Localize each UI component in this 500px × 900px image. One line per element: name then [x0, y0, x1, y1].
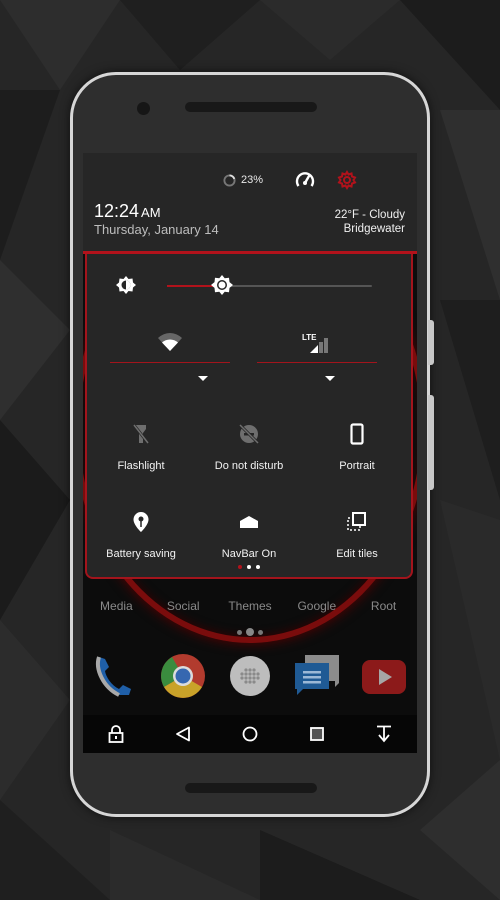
qs-page-dot[interactable]	[247, 565, 251, 569]
date[interactable]: Thursday, January 14	[94, 222, 219, 237]
edit-tiles-icon	[347, 512, 366, 531]
page-dot-active	[246, 628, 254, 636]
navbar-icon	[240, 516, 258, 528]
lte-signal-icon: LTE	[302, 333, 328, 353]
chrome-app[interactable]	[159, 652, 207, 700]
cellular-underline	[257, 362, 377, 363]
cellular-tile[interactable]: LTE	[257, 332, 377, 387]
wifi-tile[interactable]	[110, 332, 230, 387]
tile-label: Flashlight	[117, 460, 165, 472]
battery-ring-icon	[223, 173, 236, 187]
brightness-slider-thumb[interactable]	[210, 274, 234, 298]
wifi-icon	[158, 333, 182, 351]
front-camera	[137, 102, 150, 115]
tile-edit-tiles[interactable]: Edit tiles	[303, 510, 411, 560]
gear-icon[interactable]	[337, 170, 357, 190]
earpiece-speaker	[185, 102, 317, 112]
back-icon	[176, 726, 191, 742]
folder-media[interactable]: Media	[83, 599, 150, 613]
battery-saver-icon	[133, 512, 149, 532]
tile-label: Battery saving	[106, 548, 176, 560]
tile-navbar[interactable]: NavBar On	[195, 510, 303, 560]
page-dot	[237, 629, 242, 635]
clock-ampm: AM	[141, 205, 161, 220]
cellular-expand-caret[interactable]	[325, 376, 335, 381]
weather[interactable]: 22°F - Cloudy Bridgewater	[335, 208, 405, 236]
messages-icon	[294, 655, 339, 695]
tile-flashlight[interactable]: Flashlight	[87, 422, 195, 472]
battery-percent: 23%	[241, 174, 264, 186]
home-page-indicator	[83, 628, 417, 636]
chrome-icon	[161, 654, 206, 698]
flashlight-off-icon	[132, 424, 150, 444]
power-button	[428, 320, 434, 365]
messages-app[interactable]	[293, 652, 341, 700]
brightness-slider[interactable]	[167, 275, 372, 295]
clock[interactable]: 12:24 AM	[94, 201, 161, 222]
back-button[interactable]	[169, 720, 197, 748]
folder-themes[interactable]: Themes	[217, 599, 284, 613]
home-folders: Media Social Themes Google Root	[83, 599, 417, 613]
recents-button[interactable]	[303, 720, 331, 748]
folder-social[interactable]: Social	[150, 599, 217, 613]
home-button[interactable]	[236, 720, 264, 748]
status-icons: 23%	[223, 170, 357, 190]
page-dot	[258, 629, 263, 635]
phone-icon	[96, 656, 132, 697]
qs-page-dot[interactable]	[256, 565, 260, 569]
recents-icon	[309, 727, 324, 741]
weather-condition: 22°F - Cloudy	[334, 209, 405, 221]
phone-frame: Media Social Themes Google Root 23% 12:2…	[70, 72, 434, 817]
clock-time: 12:24	[94, 201, 140, 221]
weather-location: Bridgewater	[343, 223, 405, 235]
folder-google[interactable]: Google	[283, 599, 350, 613]
folder-root[interactable]: Root	[350, 599, 417, 613]
speedometer-icon[interactable]	[295, 171, 315, 189]
wifi-underline	[110, 362, 230, 363]
app-drawer[interactable]	[226, 652, 274, 700]
volume-button	[428, 395, 434, 490]
navigation-bar	[83, 715, 417, 753]
quick-tiles: Flashlight Do not disturb Portrait Batte…	[87, 422, 411, 560]
pull-down-icon	[376, 725, 391, 743]
quick-settings-panel: LTE Flashlight Do not disturb Portrait B…	[85, 254, 413, 579]
wifi-expand-caret[interactable]	[198, 376, 208, 381]
youtube-app[interactable]	[360, 652, 408, 700]
bottom-speaker	[185, 783, 317, 793]
brightness-auto-icon[interactable]	[115, 275, 137, 297]
qs-page-dot-active[interactable]	[238, 565, 242, 569]
tile-battery-saving[interactable]: Battery saving	[87, 510, 195, 560]
pull-down-button[interactable]	[370, 720, 398, 748]
do-not-disturb-off-icon	[238, 423, 260, 445]
brightness-row	[87, 274, 411, 298]
tile-label: Do not disturb	[214, 460, 284, 472]
screen: Media Social Themes Google Root 23% 12:2…	[83, 153, 417, 753]
tile-label: Portrait	[339, 460, 375, 472]
home-icon	[242, 726, 258, 742]
notification-header: 23% 12:24 AM Thursday, January 14 22°F -…	[83, 153, 417, 251]
tile-label: NavBar On	[221, 548, 277, 560]
svg-text:LTE: LTE	[302, 333, 317, 342]
lock-icon	[108, 725, 124, 743]
portrait-icon	[350, 423, 364, 445]
phone-app[interactable]	[92, 652, 140, 700]
dock	[83, 648, 417, 704]
tile-do-not-disturb[interactable]: Do not disturb	[195, 422, 303, 472]
tile-portrait[interactable]: Portrait	[303, 422, 411, 472]
lock-button[interactable]	[102, 720, 130, 748]
tile-label: Edit tiles	[336, 548, 378, 560]
quick-settings-page-indicator	[87, 565, 411, 569]
app-drawer-icon	[229, 656, 270, 696]
youtube-icon	[361, 660, 406, 694]
